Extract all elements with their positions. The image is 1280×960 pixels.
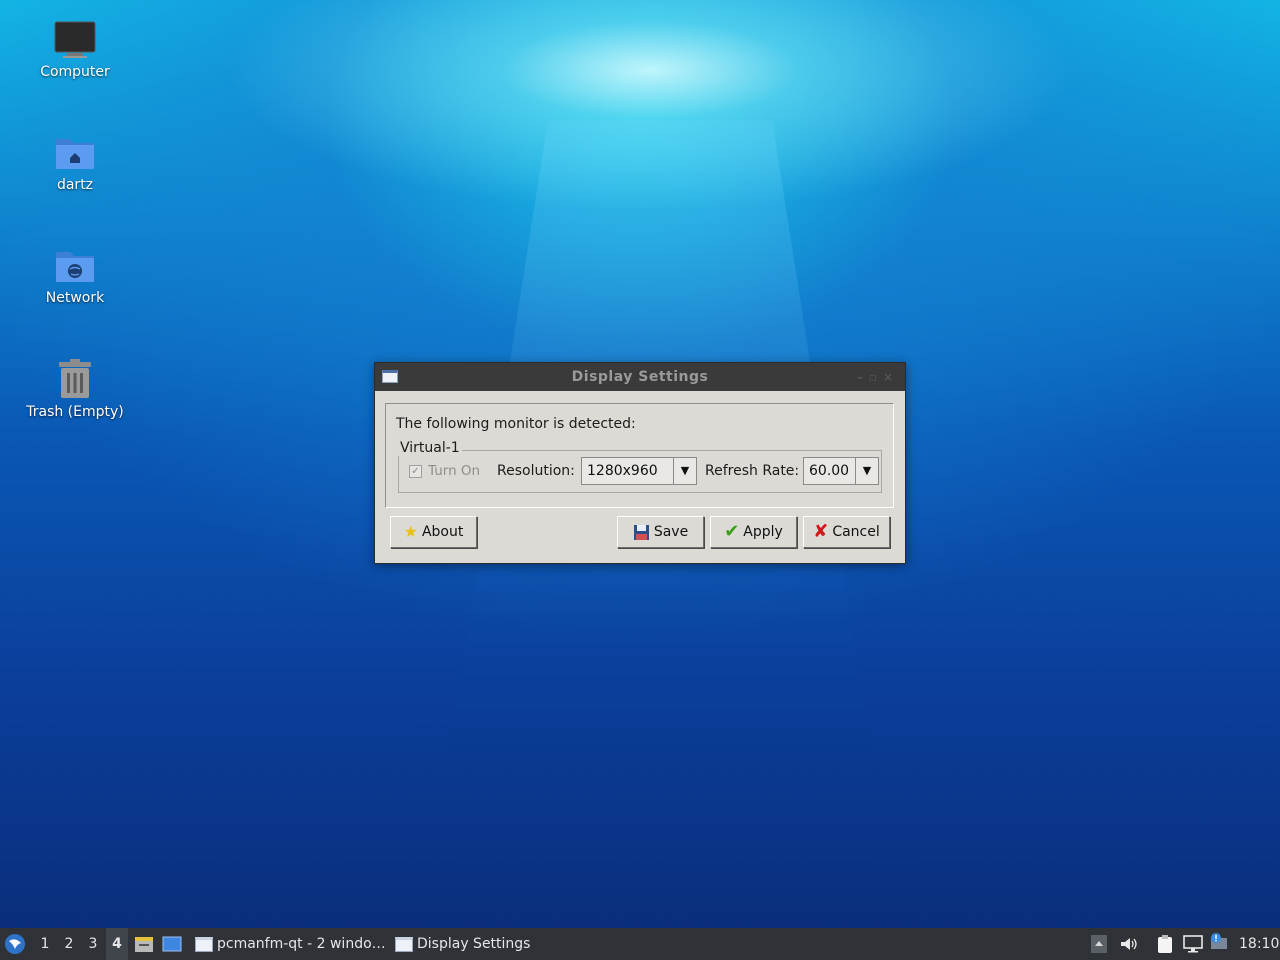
tray-notification[interactable]: [1209, 928, 1231, 960]
task-display-settings[interactable]: Display Settings: [395, 928, 530, 960]
network-folder-icon: [56, 252, 94, 282]
desktop-icon-label: Trash (Empty): [26, 404, 124, 420]
task-label: pcmanfm-qt - 2 windo…: [217, 936, 386, 952]
floppy-disk-icon: [633, 524, 649, 540]
refresh-rate-value: 60.00: [809, 463, 850, 479]
monitor-group: ✓ Turn On Resolution: 1280x960 ▼ Refresh…: [398, 450, 882, 493]
about-button[interactable]: ★ About: [390, 516, 477, 548]
file-manager-icon: [135, 937, 153, 952]
cancel-button-label: Cancel: [832, 524, 880, 540]
desktop-icon-network[interactable]: Network: [15, 246, 135, 306]
show-desktop-icon: [162, 936, 182, 952]
resolution-label: Resolution:: [497, 463, 575, 479]
cancel-button[interactable]: ✘ Cancel: [803, 516, 890, 548]
task-pcmanfm[interactable]: pcmanfm-qt - 2 windo…: [195, 928, 386, 960]
turn-on-label: Turn On: [428, 463, 481, 479]
window-app-icon[interactable]: [382, 370, 398, 383]
minimize-icon[interactable]: –: [857, 370, 869, 384]
window-icon: [195, 936, 213, 952]
apply-button-label: Apply: [743, 524, 783, 540]
turn-on-checkbox[interactable]: ✓ Turn On: [409, 463, 480, 479]
tray-volume[interactable]: [1119, 928, 1139, 960]
desktop-icon-label: Network: [45, 290, 105, 306]
home-folder-icon: [56, 139, 94, 169]
about-button-label: About: [421, 524, 464, 540]
window-titlebar[interactable]: Display Settings –▫×: [375, 363, 905, 391]
refresh-rate-label: Refresh Rate:: [705, 463, 800, 479]
desktop-icon-label: dartz: [56, 177, 94, 193]
resolution-value: 1280x960: [587, 463, 658, 479]
cancel-x-icon: ✘: [813, 521, 829, 542]
refresh-rate-select[interactable]: 60.00 ▼: [803, 457, 879, 485]
dropdown-arrow-icon: ▼: [673, 458, 696, 484]
desktop-icon-label: Computer: [40, 64, 110, 80]
monitor-group-title: Virtual-1: [398, 440, 462, 456]
desktop-icon-computer[interactable]: Computer: [15, 20, 135, 80]
monitor-icon: [54, 21, 96, 58]
monitor-frame: The following monitor is detected: ✓ Tur…: [385, 403, 894, 508]
start-menu-button[interactable]: [4, 928, 28, 960]
workspace-2[interactable]: 2: [58, 928, 80, 960]
trash-icon: [59, 359, 91, 398]
lxqt-logo-icon: [5, 934, 25, 954]
star-icon: ★: [403, 522, 418, 541]
tray-network[interactable]: [1183, 928, 1205, 960]
quicklaunch-file-manager[interactable]: [134, 928, 156, 960]
close-icon[interactable]: ×: [883, 370, 899, 384]
clock[interactable]: 18:10: [1239, 928, 1279, 960]
window-title: Display Settings: [571, 369, 709, 385]
clipboard-icon: [1158, 935, 1172, 953]
volume-icon: [1121, 938, 1137, 950]
taskbar: 1 2 3 4 pcmanfm-qt - 2 windo… Display Se…: [0, 928, 1280, 960]
maximize-icon[interactable]: ▫: [869, 370, 883, 384]
checkmark-icon: ✔: [724, 521, 740, 542]
detected-text: The following monitor is detected:: [396, 416, 636, 432]
resolution-select[interactable]: 1280x960 ▼: [581, 457, 697, 485]
workspace-3[interactable]: 3: [82, 928, 104, 960]
window-icon: [395, 936, 413, 952]
network-icon: [1183, 935, 1203, 953]
save-button-label: Save: [653, 524, 689, 540]
update-notification-icon: [1211, 933, 1227, 949]
desktop-icon-home[interactable]: dartz: [15, 133, 135, 193]
display-settings-window: Display Settings –▫× The following monit…: [374, 362, 906, 564]
task-label: Display Settings: [417, 936, 531, 952]
workspace-4[interactable]: 4: [106, 928, 128, 960]
checkbox-icon: ✓: [409, 464, 422, 478]
dropdown-arrow-icon: ▼: [855, 458, 878, 484]
desktop-icon-trash[interactable]: Trash (Empty): [15, 358, 135, 420]
window-controls: –▫×: [857, 363, 899, 391]
tray-expand-button[interactable]: [1091, 928, 1109, 960]
tray-clipboard[interactable]: [1155, 928, 1177, 960]
save-button[interactable]: Save: [617, 516, 704, 548]
workspace-1[interactable]: 1: [34, 928, 56, 960]
quicklaunch-show-desktop[interactable]: [162, 928, 184, 960]
apply-button[interactable]: ✔ Apply: [710, 516, 797, 548]
arrow-up-icon: [1091, 935, 1107, 953]
